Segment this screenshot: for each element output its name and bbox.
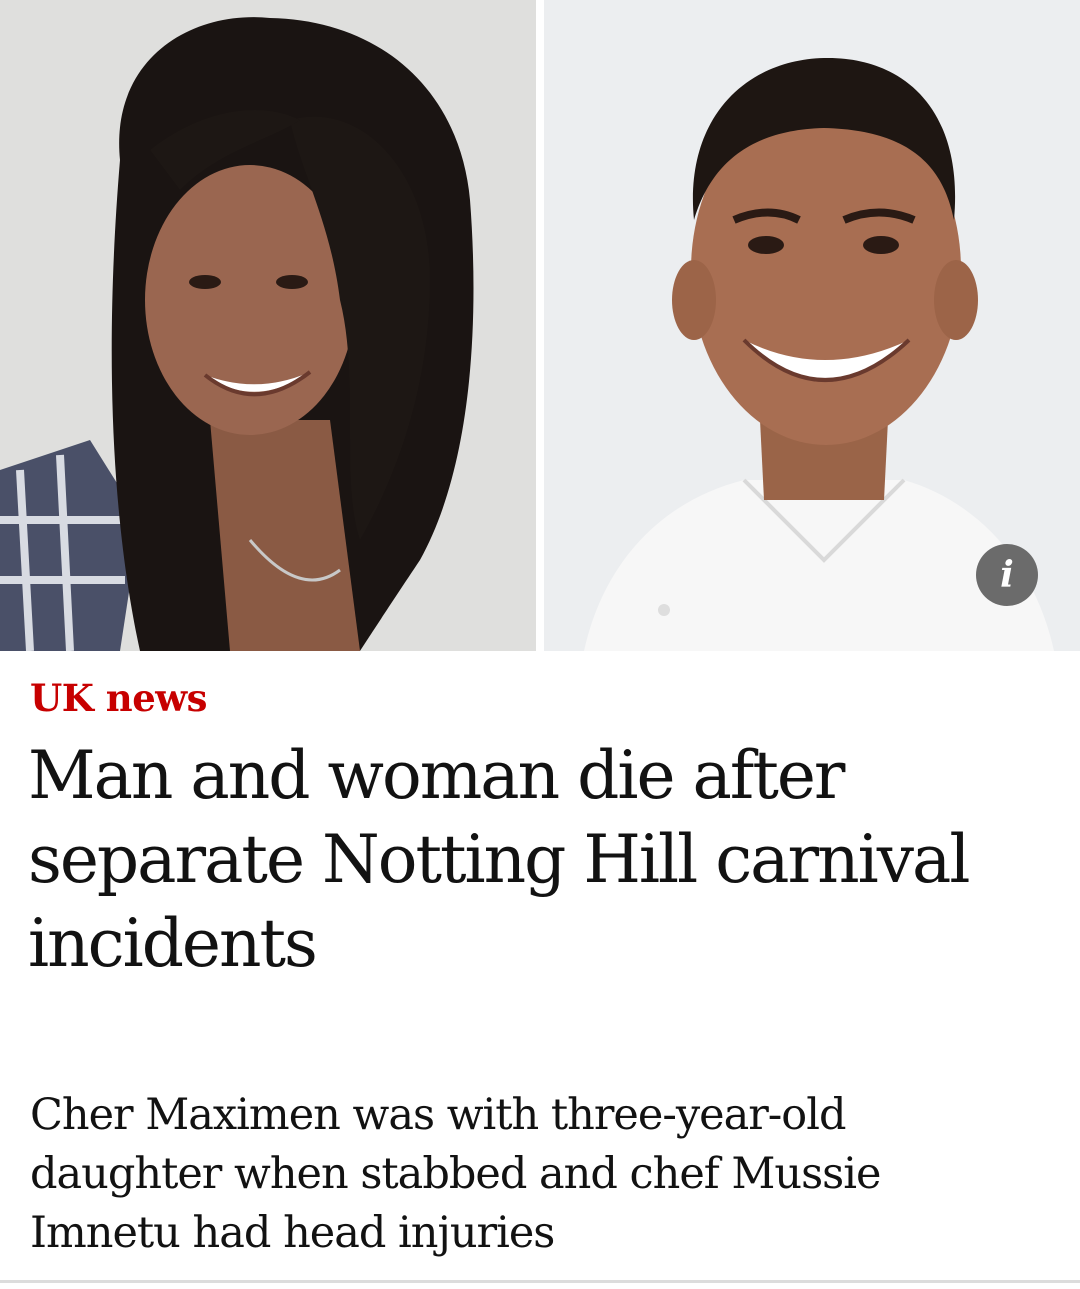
divider (0, 1280, 1080, 1283)
photo-woman (0, 0, 536, 651)
section-kicker[interactable]: UK news (30, 676, 207, 720)
hero-image: i (0, 0, 1080, 651)
article-headline[interactable]: Man and woman die after separate Notting… (28, 734, 1038, 986)
image-info-button[interactable]: i (976, 544, 1038, 606)
article-standfirst: Cher Maximen was with three-year-old dau… (30, 1090, 881, 1258)
